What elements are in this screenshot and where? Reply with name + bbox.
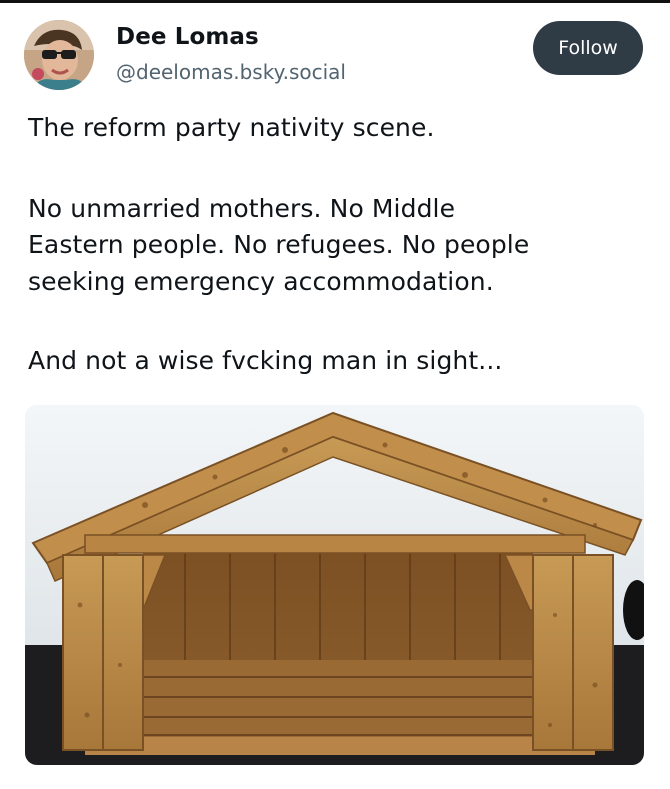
post-text-line-5: And not a wise fvcking man in sight... xyxy=(28,346,503,375)
follow-button[interactable]: Follow xyxy=(533,21,643,75)
post-text-line-3: Eastern people. No refugees. No people xyxy=(28,230,530,259)
post-text-line-4: seeking emergency accommodation. xyxy=(28,267,494,296)
nativity-stable-illustration xyxy=(25,405,644,765)
post-text-line-2: No unmarried mothers. No Middle xyxy=(28,194,456,223)
post-image[interactable] xyxy=(25,405,644,765)
post-text-line-1: The reform party nativity scene. xyxy=(28,113,435,142)
author-handle[interactable]: @deelomas.bsky.social xyxy=(116,60,346,84)
author-avatar[interactable] xyxy=(24,20,94,90)
author-display-name[interactable]: Dee Lomas xyxy=(116,24,259,50)
avatar-icon xyxy=(24,20,94,90)
post-card: Dee Lomas @deelomas.bsky.social Follow T… xyxy=(0,0,670,789)
